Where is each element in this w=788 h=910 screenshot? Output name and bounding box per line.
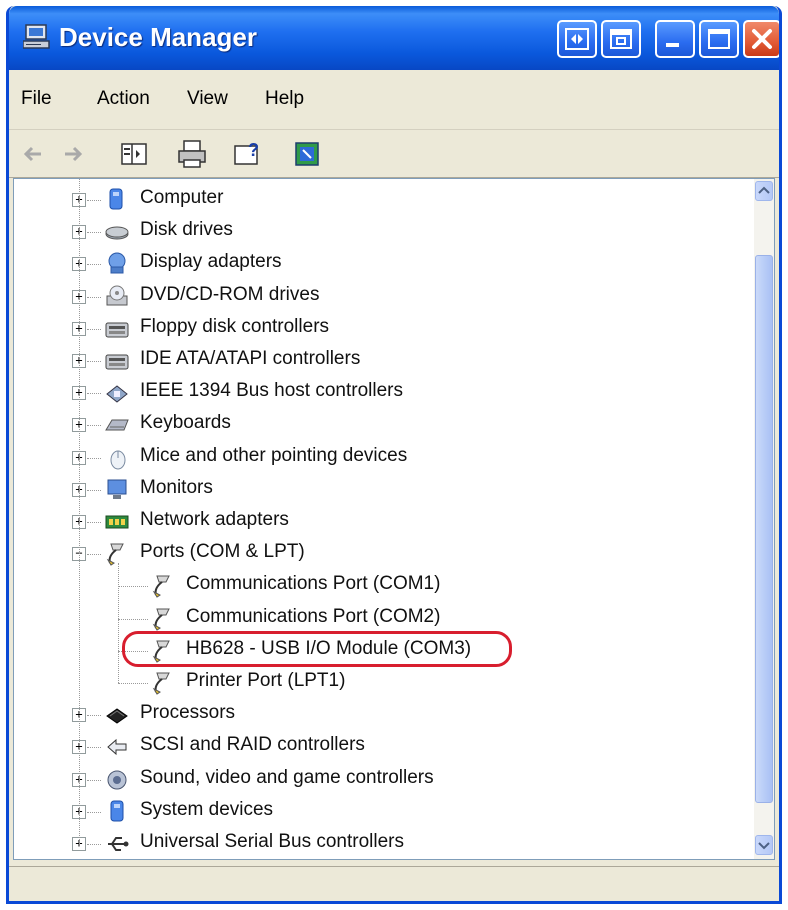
minimize-button[interactable] — [655, 20, 695, 58]
port-icon — [104, 541, 130, 567]
menu-view[interactable]: View — [187, 88, 228, 110]
show-hide-tree-icon[interactable] — [117, 138, 151, 170]
restore-window-button[interactable] — [601, 20, 641, 58]
scroll-thumb[interactable] — [755, 255, 773, 803]
highlight-ring — [122, 631, 512, 667]
tree-connector — [87, 844, 101, 845]
remote-assist-button[interactable] — [557, 20, 597, 58]
sound-icon — [104, 767, 130, 793]
restore-window-icon — [610, 29, 632, 49]
tree-connector — [87, 361, 101, 362]
forward-arrow-icon[interactable] — [57, 138, 91, 170]
disk-drive-icon — [104, 219, 130, 245]
properties-icon[interactable] — [291, 138, 325, 170]
toolbar: ? — [9, 130, 779, 178]
tree-item-label: Computer — [140, 187, 224, 208]
port-icon — [150, 670, 176, 696]
display-adapter-icon — [104, 251, 130, 277]
tree-item-label: Mice and other pointing devices — [140, 444, 408, 466]
window-title: Device Manager — [59, 22, 257, 52]
keyboard-icon — [104, 412, 130, 438]
title-bar[interactable]: Device Manager — [9, 6, 779, 70]
tree-connector — [87, 264, 101, 266]
chevron-down-icon — [758, 842, 770, 850]
dvd-drive-icon — [104, 284, 130, 310]
port-icon — [150, 606, 176, 632]
tree-branch-line — [118, 563, 119, 683]
tree-item-label: Display adapters — [140, 251, 282, 273]
tree-connector — [87, 715, 101, 717]
tree-connector — [87, 393, 101, 395]
tree-item-label: Universal Serial Bus controllers — [140, 831, 404, 852]
network-adapter-icon — [104, 509, 130, 535]
tree-item-label: Printer Port (LPT1) — [186, 670, 346, 691]
help-icon[interactable]: ? — [231, 138, 265, 170]
tree-connector — [87, 522, 101, 523]
tree-item-label: SCSI and RAID controllers — [140, 734, 365, 756]
tree-item-label: Floppy disk controllers — [140, 315, 330, 337]
tree-item-label: Processors — [140, 702, 236, 724]
tree-item-label: Network adapters — [140, 509, 289, 530]
device-tree: + Computer + Disk drives + Display adapters + D… — [14, 179, 754, 859]
ieee1394-icon — [104, 380, 130, 406]
tree-trunk-line — [79, 179, 80, 844]
status-bar — [9, 866, 779, 901]
print-icon[interactable] — [175, 138, 209, 170]
system-device-icon — [104, 799, 130, 825]
tree-connector — [87, 232, 101, 234]
svg-text:?: ? — [248, 140, 259, 160]
chevron-up-icon — [758, 186, 770, 194]
tree-item-label: Ports (COM & LPT) — [140, 541, 305, 563]
tree-connector — [87, 457, 101, 459]
menu-help[interactable]: Help — [265, 88, 304, 110]
tree-item-label: IEEE 1394 Bus host controllers — [140, 380, 403, 402]
tree-connector — [87, 779, 101, 781]
port-icon — [150, 573, 176, 599]
maximize-button[interactable] — [699, 20, 739, 58]
menu-action[interactable]: Action — [97, 88, 150, 110]
tree-connector — [87, 425, 101, 427]
floppy-controller-icon — [104, 316, 130, 342]
tree-item-label: Disk drives — [140, 219, 233, 241]
tree-connector — [87, 747, 101, 749]
tree-item-label: System devices — [140, 798, 274, 820]
usb-icon — [104, 831, 130, 857]
tree-item-label: Sound, video and game controllers — [140, 766, 434, 788]
scroll-up-button[interactable] — [755, 181, 773, 201]
vertical-scrollbar[interactable] — [754, 179, 774, 859]
close-button[interactable] — [743, 20, 779, 58]
tree-connector — [118, 683, 148, 684]
tree-item-label: Keyboards — [140, 412, 231, 434]
scroll-down-button[interactable] — [755, 835, 773, 855]
tree-item-label: DVD/CD-ROM drives — [140, 283, 320, 305]
tree-connector — [87, 296, 101, 298]
tree-connector — [87, 489, 101, 491]
computer-monitor-icon — [22, 24, 51, 50]
device-tree-pane: + Computer + Disk drives + Display adapters + D… — [13, 178, 775, 860]
remote-assist-icon — [565, 28, 589, 50]
menu-bar: File Action View Help — [9, 70, 779, 130]
back-arrow-icon[interactable] — [17, 138, 51, 170]
tree-connector — [87, 811, 101, 813]
tree-connector — [87, 200, 101, 201]
scsi-controller-icon — [104, 734, 130, 760]
ide-controller-icon — [104, 348, 130, 374]
tree-connector — [87, 554, 101, 556]
computer-icon — [104, 187, 130, 213]
tree-item-label: Monitors — [140, 476, 213, 498]
tree-item-label: Communications Port (COM1) — [186, 573, 441, 595]
mouse-icon — [104, 445, 130, 471]
tree-item-label: Communications Port (COM2) — [186, 605, 441, 627]
monitor-icon — [104, 477, 130, 503]
maximize-icon — [708, 29, 730, 49]
minimize-icon — [666, 43, 679, 47]
processor-icon — [104, 702, 130, 728]
tree-connector — [118, 618, 148, 620]
close-icon — [752, 29, 772, 49]
tree-connector — [118, 586, 148, 588]
tree-connector — [87, 328, 101, 330]
tree-item-label: IDE ATA/ATAPI controllers — [140, 348, 361, 369]
device-manager-window: Device Manager File Action View Help ? +… — [6, 6, 782, 904]
menu-file[interactable]: File — [21, 88, 52, 110]
